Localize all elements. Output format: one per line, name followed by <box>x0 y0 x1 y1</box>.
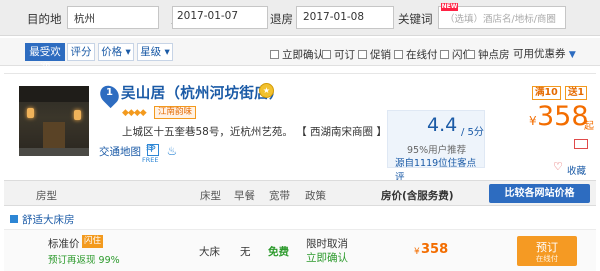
photo-lamp <box>27 108 34 118</box>
chevron-down-icon: ▼ <box>568 50 576 60</box>
photo-ground <box>19 148 89 156</box>
photo-roof <box>19 86 89 102</box>
book-sublabel: 在线付 <box>535 254 559 263</box>
col-wifi: 宽带 <box>269 190 290 202</box>
filter-label: 促销 <box>370 49 391 61</box>
filter-promotion[interactable]: 促销 <box>358 47 391 62</box>
room-type-link[interactable]: 舒适大床房 <box>10 212 75 227</box>
heart-icon[interactable]: ♡ <box>553 160 563 173</box>
rate-cashback: 预订再返现 99% <box>48 255 120 266</box>
hotel-index: 1 <box>106 87 113 98</box>
room-table-header: 房型 床型 早餐 宽带 政策 房价(含服务费) 比较各网站价格 <box>4 180 596 206</box>
promo-gift-badge: 送1 <box>565 86 588 100</box>
filter-label: 钟点房 <box>478 49 510 61</box>
score-denominator: / 5分 <box>461 127 484 138</box>
breakfast-value: 无 <box>240 246 251 258</box>
facility-icon: ♨ <box>166 144 178 158</box>
favorite-link[interactable]: 收藏 <box>567 163 586 177</box>
compare-prices-button[interactable]: 比较各网站价格 <box>489 184 590 203</box>
wifi-value: 免费 <box>268 246 289 258</box>
gift-icon <box>574 139 588 149</box>
wifi-free-label: FREE <box>142 156 159 164</box>
col-room: 房型 <box>36 190 57 202</box>
diamond-rating-icon: ◆◆◆◆ <box>122 108 147 118</box>
policy-confirm: 立即确认 <box>306 252 348 264</box>
rate-price-currency: ¥ <box>414 247 420 257</box>
filter-hourly[interactable]: 钟点房 <box>466 47 510 62</box>
area-link[interactable]: 【 西湖南宋商圈 】 <box>296 126 387 138</box>
recommend-rate: 95%用户推荐 <box>407 145 467 156</box>
col-breakfast: 早餐 <box>234 190 255 202</box>
address-text: 上城区十五奎巷58号，近杭州艺苑。 <box>122 126 293 138</box>
sort-price-tab[interactable]: 价格 ▾ <box>98 43 134 61</box>
sort-rating-tab[interactable]: 评分 <box>67 43 95 61</box>
room-type-label: 舒适大床房 <box>22 214 75 226</box>
policy-cancel[interactable]: 限时取消 <box>306 236 348 251</box>
coupon-dropdown[interactable]: 可用优惠券 ▼ <box>513 46 576 61</box>
wifi-icon: ≋ <box>145 141 155 154</box>
review-count-link[interactable]: 源自1119位住客点评 <box>395 155 484 183</box>
price-from: 358 <box>537 101 589 132</box>
coupon-label: 可用优惠券 <box>513 48 566 60</box>
checkbox-icon <box>270 50 279 59</box>
chain-tag[interactable]: 江南韵味 <box>154 106 197 119</box>
keyword-label: 关键词 <box>398 12 433 26</box>
filter-label: 在线付 <box>406 49 438 61</box>
col-policy: 政策 <box>305 190 326 202</box>
hotel-address: 上城区十五奎巷58号，近杭州艺苑。 【 西湖南宋商圈 】 <box>122 124 387 139</box>
flash-stay-badge: 闪住 <box>82 235 104 248</box>
col-bed: 床型 <box>200 190 221 202</box>
bed-value: 大床 <box>199 246 220 258</box>
checkbox-icon <box>358 50 367 59</box>
rate-price: 358 <box>421 242 449 257</box>
filter-instant-confirm[interactable]: 立即确认 <box>270 47 324 62</box>
hotel-photo[interactable] <box>19 86 89 156</box>
sort-star-tab[interactable]: 星级 ▾ <box>137 43 173 61</box>
destination-label: 目的地 <box>27 12 62 26</box>
search-bar: 目的地 杭州 入住 2017-01-07 退房 2017-01-08 关键词 （… <box>0 0 600 36</box>
checkbox-icon <box>394 50 403 59</box>
col-price: 房价(含服务费) <box>381 190 454 202</box>
checkbox-icon <box>466 50 475 59</box>
photo-lamp <box>74 110 81 120</box>
filter-bar: 最受欢迎 评分 价格 ▾ 星级 ▾ 立即确认 可订 促销 在线付 闪住 钟点房 … <box>0 38 600 74</box>
gold-medal-icon: ★ <box>259 83 274 98</box>
price-suffix: 起 <box>584 121 594 132</box>
book-button[interactable]: 预订 在线付 <box>517 236 577 266</box>
promo-full-reduction-badge: 满10 <box>532 86 561 100</box>
price-currency: ¥ <box>529 114 537 128</box>
score-box[interactable]: 4.4 / 5分 95%用户推荐 源自1119位住客点评 <box>387 110 485 183</box>
filter-label: 立即确认 <box>282 49 324 61</box>
checkout-input[interactable]: 2017-01-08 <box>296 6 394 29</box>
transport-map-link[interactable]: 交通地图 <box>99 144 141 159</box>
room-type-icon <box>10 215 18 223</box>
checkout-label: 退房 <box>270 12 293 26</box>
filter-online-pay[interactable]: 在线付 <box>394 47 438 62</box>
filter-label: 可订 <box>334 49 355 61</box>
checkin-input[interactable]: 2017-01-07 <box>171 6 267 29</box>
sort-popular-tab[interactable]: 最受欢迎 <box>25 43 65 74</box>
destination-input[interactable]: 杭州 <box>67 6 159 29</box>
checkbox-icon <box>440 50 449 59</box>
new-badge: NEW <box>441 3 458 11</box>
hotel-card: 1 吴山居（杭州河坊街店） ★ ◆◆◆◆ 江南韵味 上城区十五奎巷58号，近杭州… <box>4 73 596 183</box>
rate-name: 标准价 <box>48 238 80 250</box>
filter-bookable[interactable]: 可订 <box>322 47 355 62</box>
score-value: 4.4 <box>427 114 458 136</box>
checkbox-icon <box>322 50 331 59</box>
